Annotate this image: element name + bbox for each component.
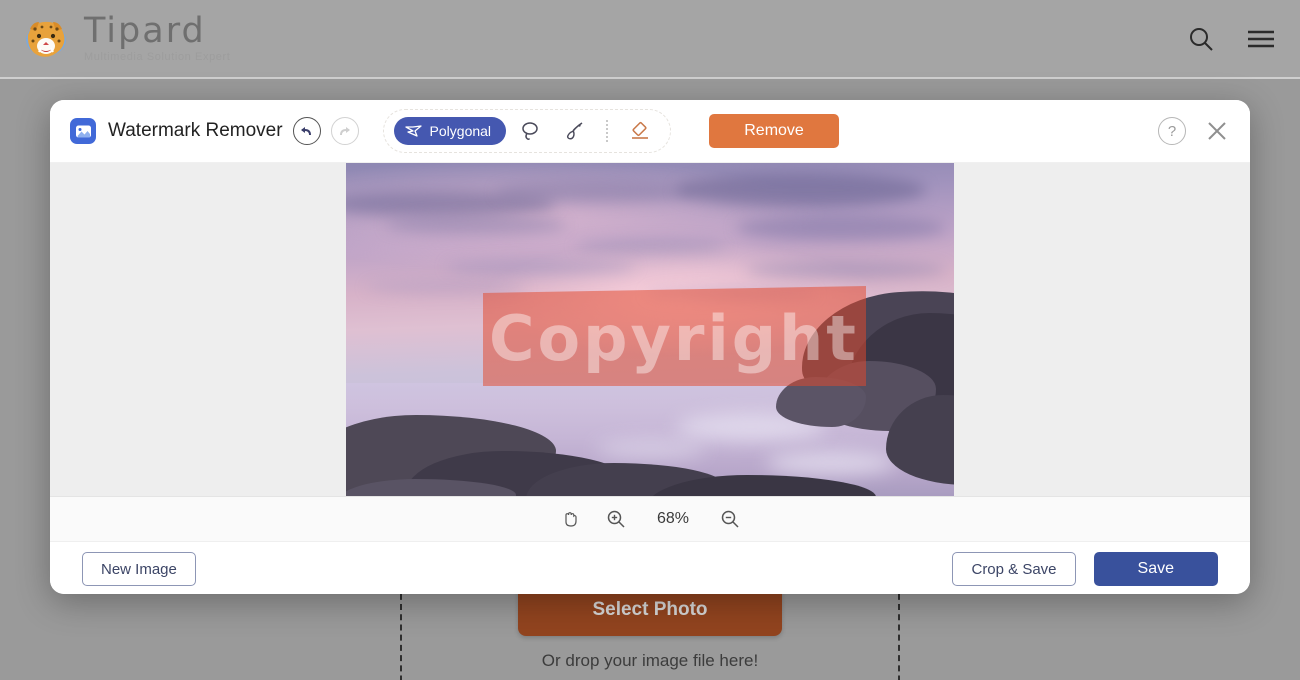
dialog-toolbar: Watermark Remover Polygonal Remove ? (50, 100, 1250, 162)
tool-polygonal[interactable]: Polygonal (393, 117, 507, 145)
tool-group: Polygonal (382, 109, 672, 153)
brush-icon (567, 122, 583, 140)
zoom-level-label: 68% (656, 510, 690, 527)
zoom-bar: 68% (50, 496, 1250, 541)
tool-brush[interactable] (554, 114, 594, 148)
footer-right-actions: Crop & Save Save (952, 552, 1218, 586)
zoom-in-icon[interactable] (604, 507, 628, 531)
dialog-footer: New Image Crop & Save Save (50, 541, 1250, 594)
question-mark-icon[interactable]: ? (1158, 117, 1186, 145)
tool-lasso[interactable] (510, 114, 550, 148)
close-icon[interactable] (1204, 118, 1230, 144)
search-icon[interactable] (1184, 22, 1218, 56)
remove-button[interactable]: Remove (709, 114, 840, 148)
tool-divider (606, 120, 609, 142)
undo-icon[interactable] (292, 117, 321, 145)
drop-hint-text: Or drop your image file here! (541, 651, 759, 670)
photo-app-icon (70, 118, 96, 144)
new-image-button[interactable]: New Image (82, 552, 196, 586)
dialog-toolbar-right: ? (1158, 117, 1230, 145)
brand-name: Tipard (84, 11, 206, 51)
redo-icon[interactable] (330, 117, 359, 145)
photo-preview[interactable]: Copyright (346, 163, 954, 496)
dialog-title: Watermark Remover (108, 120, 283, 141)
eraser-icon (632, 122, 649, 139)
hamburger-menu-icon[interactable] (1244, 22, 1278, 56)
site-header: Tipard Multimedia Solution Expert (0, 0, 1300, 79)
brand[interactable]: Tipard Multimedia Solution Expert (22, 14, 230, 63)
tool-eraser[interactable] (620, 114, 660, 148)
watermark-remover-dialog: Watermark Remover Polygonal Remove ? Cop… (50, 100, 1250, 594)
crop-and-save-button[interactable]: Crop & Save (952, 552, 1076, 586)
save-button[interactable]: Save (1093, 552, 1218, 586)
polygonal-lasso-icon (404, 124, 422, 137)
zoom-out-icon[interactable] (718, 507, 742, 531)
brand-tagline: Multimedia Solution Expert (84, 51, 231, 63)
hand-pan-icon[interactable] (558, 507, 582, 531)
tool-polygonal-label: Polygonal (429, 123, 492, 139)
brand-text: Tipard Multimedia Solution Expert (84, 14, 230, 63)
lasso-icon (522, 122, 538, 140)
polygonal-selection-overlay[interactable] (483, 286, 866, 386)
leopard-logo-icon (22, 15, 70, 63)
header-actions (1184, 22, 1278, 56)
image-canvas-area[interactable]: Copyright (50, 162, 1250, 496)
